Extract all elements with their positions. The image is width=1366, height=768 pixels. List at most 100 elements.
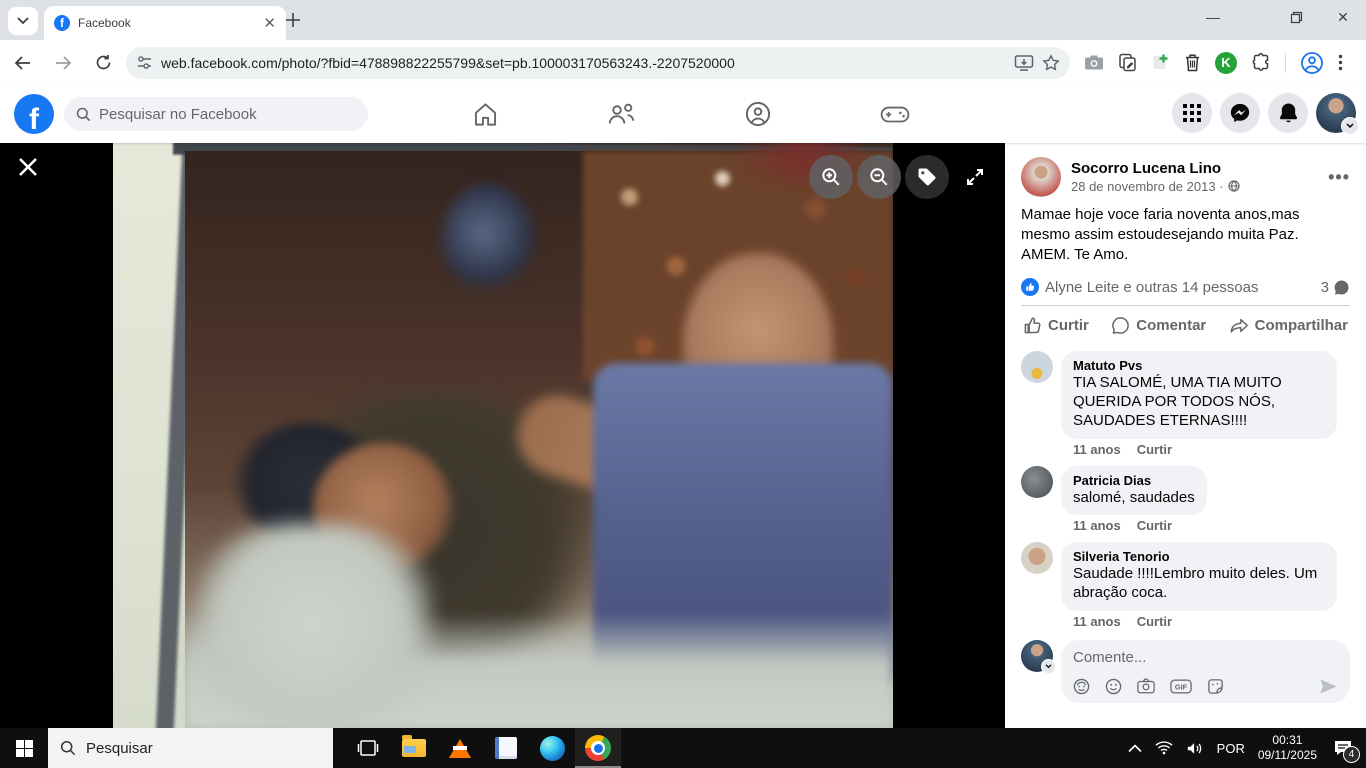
zoom-in-button[interactable] xyxy=(809,155,853,199)
apps-menu-button[interactable] xyxy=(1172,93,1212,133)
avatar-chevron-badge xyxy=(1041,659,1056,674)
post-author-name[interactable]: Socorro Lucena Lino xyxy=(1071,160,1240,179)
url-text[interactable]: web.facebook.com/photo/?fbid=47889882225… xyxy=(161,55,1006,71)
taskbar-clock[interactable]: 00:31 09/11/2025 xyxy=(1258,733,1317,763)
comment-author-name[interactable]: Matuto Pvs xyxy=(1073,358,1325,373)
vlc-button[interactable] xyxy=(437,728,483,768)
note-plus-extension-icon[interactable] xyxy=(1151,53,1170,72)
window-close-button[interactable]: ✕ xyxy=(1320,0,1366,34)
volume-icon[interactable] xyxy=(1186,741,1204,756)
tray-expand-icon[interactable] xyxy=(1128,744,1142,753)
comment-like-link[interactable]: Curtir xyxy=(1137,614,1172,629)
task-view-button[interactable] xyxy=(345,728,391,768)
notification-center-button[interactable]: 4 xyxy=(1330,735,1356,761)
comment-author-avatar[interactable] xyxy=(1021,351,1053,383)
zoom-out-icon xyxy=(869,167,889,187)
taskbar-apps xyxy=(345,728,621,768)
send-comment-button[interactable] xyxy=(1319,678,1338,695)
gaming-icon xyxy=(880,102,910,126)
photo[interactable] xyxy=(113,143,893,728)
tag-photo-button[interactable] xyxy=(905,155,949,199)
fullscreen-button[interactable] xyxy=(953,155,997,199)
trash-extension-icon[interactable] xyxy=(1184,53,1201,72)
site-settings-icon[interactable] xyxy=(136,54,153,71)
profile-avatar[interactable] xyxy=(1316,93,1356,133)
comment-bubble[interactable]: Matuto Pvs TIA SALOMÉ, UMA TIA MUITO QUE… xyxy=(1061,351,1337,438)
bookmark-star-icon[interactable] xyxy=(1042,54,1060,72)
comment-like-link[interactable]: Curtir xyxy=(1137,518,1172,533)
comments-count[interactable]: 3 xyxy=(1321,279,1350,296)
camera-extension-icon[interactable] xyxy=(1084,54,1104,71)
edge-button[interactable] xyxy=(529,728,575,768)
tab-search-button[interactable] xyxy=(8,7,38,35)
window-restore-button[interactable] xyxy=(1273,0,1319,34)
vlc-icon xyxy=(449,739,471,758)
nav-gaming-tab[interactable] xyxy=(840,88,950,140)
copy-edit-extension-icon[interactable] xyxy=(1118,53,1137,72)
close-photo-button[interactable] xyxy=(17,156,41,180)
comment-author-avatar[interactable] xyxy=(1021,542,1053,574)
back-button[interactable] xyxy=(6,46,40,80)
comment-item: Silveria Tenorio Saudade !!!!Lembro muit… xyxy=(1021,542,1350,611)
post-text: Mamae hoje voce faria noventa anos,mas m… xyxy=(1021,205,1350,264)
toolbar-separator xyxy=(1285,53,1286,73)
kaspersky-extension-icon[interactable]: K xyxy=(1215,52,1237,74)
comment-bubble[interactable]: Patricia Dias salomé, saudades xyxy=(1061,466,1207,516)
post-author-avatar[interactable] xyxy=(1021,157,1061,197)
nav-home-tab[interactable] xyxy=(430,88,540,140)
window-minimize-button[interactable]: — xyxy=(1190,0,1236,34)
notepad-button[interactable] xyxy=(483,728,529,768)
facebook-logo[interactable]: f xyxy=(14,94,54,134)
comment-bubble[interactable]: Silveria Tenorio Saudade !!!!Lembro muit… xyxy=(1061,542,1337,611)
zoom-in-icon xyxy=(821,167,841,187)
share-button[interactable]: Compartilhar xyxy=(1229,316,1348,335)
post-options-button[interactable]: ••• xyxy=(1328,167,1350,188)
comment-author-name[interactable]: Silveria Tenorio xyxy=(1073,549,1325,564)
messenger-button[interactable] xyxy=(1220,93,1260,133)
profile-icon[interactable] xyxy=(1300,51,1324,75)
wifi-icon[interactable] xyxy=(1155,741,1173,755)
comment-input[interactable]: Comente... GIF xyxy=(1061,640,1350,703)
start-button[interactable] xyxy=(0,728,48,768)
comment-input-placeholder: Comente... xyxy=(1073,649,1338,666)
install-app-icon[interactable] xyxy=(1014,54,1034,72)
post-date[interactable]: 28 de novembro de 2013 · xyxy=(1071,179,1240,194)
notifications-button[interactable] xyxy=(1268,93,1308,133)
system-tray: POR 00:31 09/11/2025 4 xyxy=(1128,728,1366,768)
like-button[interactable]: Curtir xyxy=(1023,316,1089,335)
address-bar[interactable]: web.facebook.com/photo/?fbid=47889882225… xyxy=(126,47,1070,79)
forward-button[interactable] xyxy=(46,46,80,80)
reload-button[interactable] xyxy=(86,46,120,80)
comment-age[interactable]: 11 anos xyxy=(1073,614,1121,629)
extensions-puzzle-icon[interactable] xyxy=(1251,53,1271,73)
nav-friends-tab[interactable] xyxy=(567,88,677,140)
search-icon xyxy=(60,740,76,756)
chrome-button[interactable] xyxy=(575,728,621,768)
comment-author-avatar[interactable] xyxy=(1021,466,1053,498)
comment-text: salomé, saudades xyxy=(1073,489,1195,508)
groups-icon xyxy=(744,100,772,128)
windows-logo-icon xyxy=(16,740,33,757)
browser-menu-icon[interactable] xyxy=(1338,54,1343,71)
avatar-sticker-icon[interactable] xyxy=(1073,678,1090,695)
facebook-search-input[interactable]: Pesquisar no Facebook xyxy=(64,97,368,131)
reactions-text[interactable]: Alyne Leite e outras 14 pessoas xyxy=(1045,279,1258,296)
composer-toolbar: GIF xyxy=(1073,678,1338,695)
taskbar-search-input[interactable]: Pesquisar xyxy=(48,728,333,768)
camera-icon[interactable] xyxy=(1137,678,1155,694)
tab-close-icon[interactable]: ✕ xyxy=(263,14,276,32)
comment-author-name[interactable]: Patricia Dias xyxy=(1073,473,1195,488)
comment-like-link[interactable]: Curtir xyxy=(1137,442,1172,457)
zoom-out-button[interactable] xyxy=(857,155,901,199)
gif-icon[interactable]: GIF xyxy=(1170,679,1192,694)
comment-age[interactable]: 11 anos xyxy=(1073,518,1121,533)
sticker-icon[interactable] xyxy=(1207,678,1224,695)
nav-groups-tab[interactable] xyxy=(703,88,813,140)
comment-age[interactable]: 11 anos xyxy=(1073,442,1121,457)
emoji-icon[interactable] xyxy=(1105,678,1122,695)
new-tab-button[interactable] xyxy=(284,11,302,29)
browser-tab-facebook[interactable]: f Facebook ✕ xyxy=(44,6,286,40)
language-indicator[interactable]: POR xyxy=(1217,741,1245,756)
file-explorer-button[interactable] xyxy=(391,728,437,768)
comment-button[interactable]: Comentar xyxy=(1111,316,1206,335)
